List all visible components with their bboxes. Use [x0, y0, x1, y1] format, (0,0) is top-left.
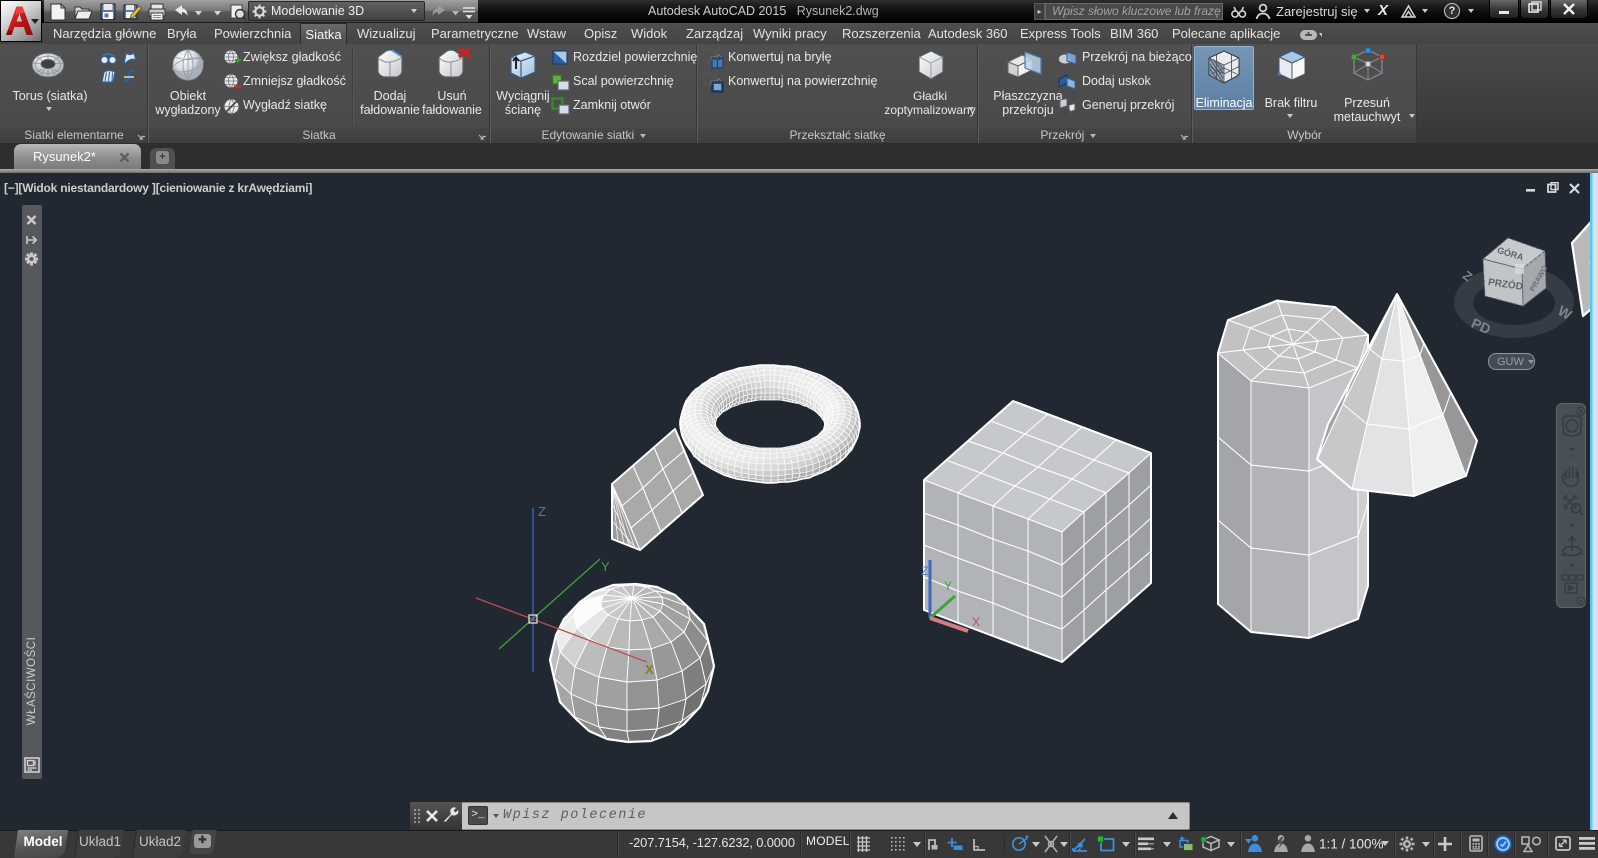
svg-text:X: X	[972, 615, 980, 629]
svg-text:Y: Y	[601, 559, 610, 574]
svg-text:X: X	[645, 662, 654, 677]
svg-text:1:1 / 100%: 1:1 / 100%	[1319, 837, 1384, 852]
svg-text:Z: Z	[921, 564, 928, 578]
svg-text:Y: Y	[944, 579, 952, 593]
svg-text:Z: Z	[538, 504, 546, 519]
